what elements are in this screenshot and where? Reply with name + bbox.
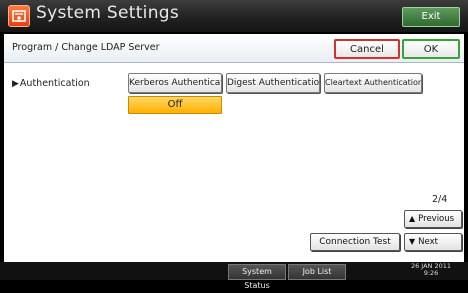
exit-button[interactable]: Exit <box>402 7 460 27</box>
ok-button[interactable]: OK <box>402 39 460 59</box>
arrow-up-icon: ▲ <box>409 214 416 223</box>
triangle-right-icon: ▶ <box>12 79 19 89</box>
cleartext-authentication-button[interactable]: Cleartext Authentication <box>324 73 422 93</box>
previous-button[interactable]: ▲ Previous <box>404 210 462 228</box>
settings-panel: Program / Change LDAP Server Cancel OK ▶… <box>4 34 464 262</box>
kerberos-authentication-button[interactable]: Kerberos Authentication <box>128 73 222 93</box>
digest-authentication-button[interactable]: Digest Authentication <box>226 73 320 93</box>
title-bar: System Settings Exit <box>0 0 468 32</box>
date-time: 26 JAN 2011 9:26 <box>396 263 466 277</box>
settings-tools-icon <box>8 5 30 27</box>
authentication-off-value[interactable]: Off <box>128 96 222 114</box>
window-title: System Settings <box>36 3 180 23</box>
arrow-down-icon: ▼ <box>409 237 416 246</box>
system-status-button[interactable]: System Status <box>228 264 286 290</box>
page-indicator: 2/4 <box>432 194 448 205</box>
time-text: 9:26 <box>423 269 439 277</box>
page-title: Program / Change LDAP Server <box>12 42 160 53</box>
cancel-button[interactable]: Cancel <box>334 39 400 59</box>
next-button[interactable]: ▼ Next <box>404 233 462 251</box>
job-list-button[interactable]: Job List <box>288 264 346 280</box>
authentication-label: ▶Authentication <box>12 78 90 89</box>
panel-header: Program / Change LDAP Server Cancel OK <box>4 34 464 63</box>
connection-test-button[interactable]: Connection Test <box>310 233 400 251</box>
